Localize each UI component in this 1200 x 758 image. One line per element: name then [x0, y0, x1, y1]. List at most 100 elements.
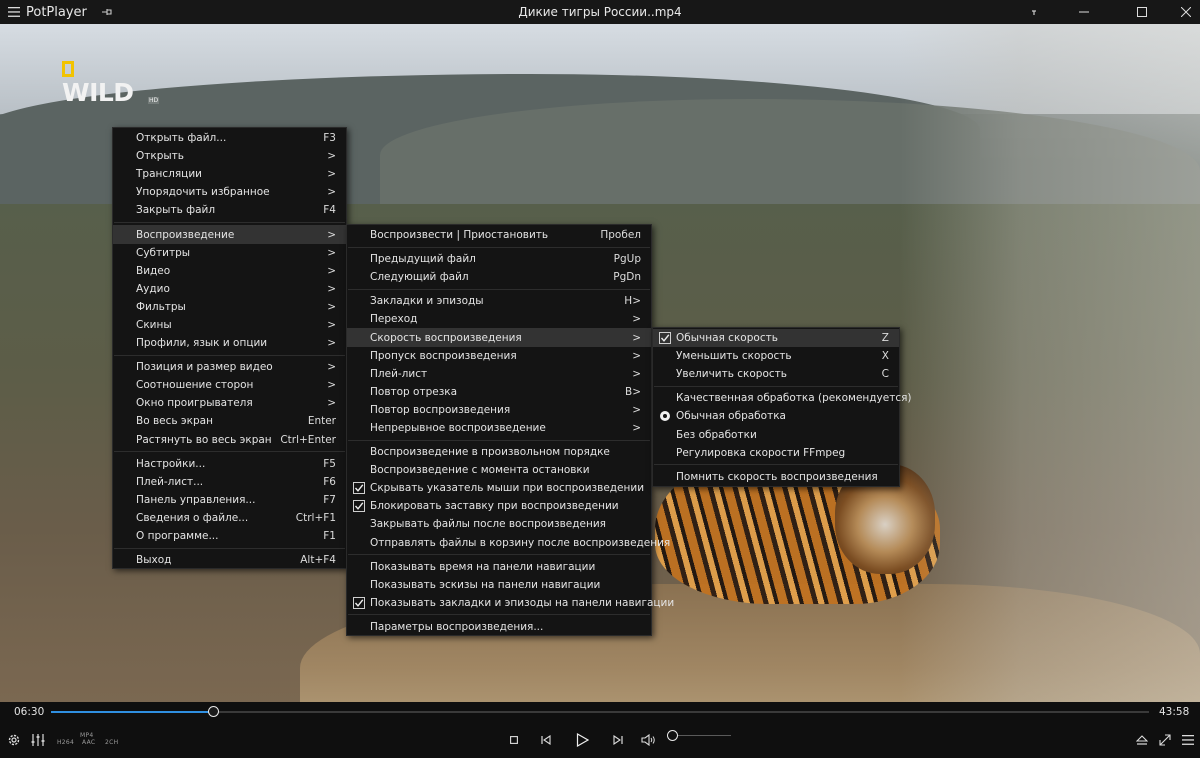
menu-item[interactable]: Уменьшить скорость X — [653, 347, 899, 365]
menu-item[interactable]: Показывать закладки и эпизоды на панели … — [347, 594, 674, 612]
menu-icon[interactable] — [1180, 722, 1196, 758]
menu-item-label: Отправлять файлы в корзину после воспрои… — [370, 536, 671, 549]
menu-item-shortcut: Alt+F4 — [300, 554, 336, 567]
menu-item[interactable]: Плей-лист... F6 — [113, 473, 346, 491]
minimize-button[interactable] — [1064, 0, 1104, 24]
menu-item[interactable]: Обычная обработка — [653, 407, 899, 425]
eject-icon[interactable] — [1134, 722, 1150, 758]
radio-selected-icon — [660, 411, 670, 422]
menu-item[interactable]: Фильтры > — [113, 298, 346, 316]
menu-item-shortcut: > — [632, 403, 641, 416]
menu-item[interactable]: Выход Alt+F4 — [113, 551, 346, 569]
fullscreen-icon[interactable] — [1157, 722, 1173, 758]
menu-item[interactable]: Предыдущий файл PgUp — [347, 250, 651, 268]
menu-item-label: Сведения о файле... — [136, 511, 249, 524]
menu-item-shortcut: > — [327, 168, 336, 181]
menu-item[interactable]: Открыть > — [113, 147, 346, 165]
previous-icon[interactable] — [539, 722, 553, 758]
menu-item-shortcut: > — [327, 361, 336, 374]
menu-item-label: Окно проигрывателя — [136, 397, 253, 410]
menu-item[interactable]: Обычная скорость Z — [653, 329, 899, 348]
playback-speed-submenu: Обычная скорость Z Уменьшить скорость X Увел… — [652, 327, 912, 487]
menu-item[interactable]: Скорость воспроизведения > — [347, 328, 651, 347]
menu-item[interactable]: Следующий файл PgDn — [347, 268, 651, 286]
menu-item[interactable]: Открыть файл... F3 — [113, 129, 346, 147]
menu-item-label: Пропуск воспроизведения — [370, 349, 517, 362]
hamburger-menu-icon[interactable] — [4, 0, 24, 24]
menu-item[interactable]: Воспроизвести | Приостановить Пробел — [347, 226, 651, 244]
menu-item[interactable]: Регулировка скорости FFmpeg — [653, 444, 899, 462]
seek-handle[interactable] — [207, 706, 219, 717]
volume-track[interactable] — [676, 735, 731, 736]
menu-item[interactable]: Трансляции > — [113, 165, 346, 183]
menu-item[interactable]: Блокировать заставку при воспроизведении — [347, 497, 651, 515]
menu-item[interactable]: Переход > — [347, 310, 651, 328]
menu-item-label: Скины — [136, 318, 172, 331]
menu-item-label: Обычная скорость — [676, 332, 778, 345]
maximize-button[interactable] — [1122, 0, 1162, 24]
menu-item[interactable]: Без обработки — [653, 425, 899, 443]
menu-item[interactable]: Субтитры > — [113, 244, 346, 262]
menu-item[interactable]: Параметры воспроизведения... — [347, 618, 651, 636]
menu-item[interactable]: Воспроизведение > — [113, 225, 346, 244]
menu-item[interactable]: Сведения о файле... Ctrl+F1 — [113, 509, 346, 527]
next-icon[interactable] — [611, 722, 625, 758]
menu-item-shortcut: C — [881, 368, 889, 381]
menu-item[interactable]: Скрывать указатель мыши при воспроизведе… — [347, 479, 651, 497]
checkmark-icon — [353, 596, 365, 609]
menu-item[interactable]: Показывать время на панели навигации — [347, 558, 651, 576]
menu-item-label: Без обработки — [676, 428, 757, 441]
menu-item[interactable]: Показывать эскизы на панели навигации — [347, 576, 651, 594]
checkmark-icon — [353, 500, 365, 513]
menu-item[interactable]: Видео > — [113, 262, 346, 280]
volume-handle[interactable] — [667, 730, 678, 741]
menu-item[interactable]: Увеличить скорость C — [653, 365, 899, 383]
stop-icon[interactable] — [507, 722, 521, 758]
play-icon[interactable] — [574, 722, 590, 758]
menu-item[interactable]: Помнить скорость воспроизведения — [653, 468, 899, 486]
menu-item[interactable]: Повтор воспроизведения > — [347, 401, 651, 419]
menu-item-shortcut: > — [327, 318, 336, 331]
pin-icon[interactable] — [99, 0, 115, 24]
menu-item[interactable]: Аудио > — [113, 280, 346, 298]
menu-item-label: Воспроизвести | Приостановить — [370, 229, 549, 242]
menu-item[interactable]: Воспроизведение с момента остановки — [347, 461, 651, 479]
menu-item[interactable]: Упорядочить избранное > — [113, 183, 346, 201]
menu-item[interactable]: Пропуск воспроизведения > — [347, 347, 651, 365]
menu-item-label: Блокировать заставку при воспроизведении — [370, 500, 619, 513]
menu-item-label: Трансляции — [136, 168, 202, 181]
menu-item-shortcut: F3 — [323, 132, 336, 145]
menu-item[interactable]: Соотношение сторон > — [113, 376, 346, 394]
menu-item[interactable]: Отправлять файлы в корзину после воспрои… — [347, 534, 670, 552]
menu-item[interactable]: Закладки и эпизоды H> — [347, 292, 651, 310]
menu-item[interactable]: Качественная обработка (рекомендуется) — [653, 389, 912, 407]
close-button[interactable] — [1166, 0, 1200, 24]
menu-item[interactable]: Воспроизведение в произвольном порядке — [347, 443, 651, 461]
menu-item[interactable]: Скины > — [113, 316, 346, 334]
menu-item[interactable]: Растянуть во весь экран Ctrl+Enter — [113, 431, 346, 449]
menu-item[interactable]: Закрыть файл F4 — [113, 201, 346, 219]
menu-item[interactable]: Закрывать файлы после воспроизведения — [347, 515, 651, 533]
equalizer-icon[interactable] — [30, 722, 46, 758]
menu-item-label: Увеличить скорость — [676, 368, 787, 381]
tray-button[interactable] — [1014, 0, 1054, 24]
menu-item[interactable]: Непрерывное воспроизведение > — [347, 419, 651, 437]
menu-item[interactable]: Профили, язык и опции > — [113, 334, 346, 352]
menu-item[interactable]: Во весь экран Enter — [113, 412, 346, 430]
menu-item-label: Закрывать файлы после воспроизведения — [370, 518, 606, 531]
volume-icon[interactable] — [640, 722, 658, 758]
menu-item[interactable]: Повтор отрезка B> — [347, 383, 651, 401]
menu-item[interactable]: Панель управления... F7 — [113, 491, 346, 509]
menu-item[interactable]: Позиция и размер видео > — [113, 358, 346, 376]
menu-item[interactable]: Настройки... F5 — [113, 455, 346, 473]
menu-item[interactable]: Плей-лист > — [347, 365, 651, 383]
menu-item-shortcut: > — [632, 349, 641, 362]
menu-item-shortcut: PgUp — [613, 253, 641, 266]
playback-submenu: Воспроизвести | Приостановить Пробел Преды… — [346, 224, 674, 636]
settings-icon[interactable] — [6, 722, 22, 758]
menu-item-label: Закладки и эпизоды — [370, 295, 484, 308]
menu-item[interactable]: Окно проигрывателя > — [113, 394, 346, 412]
channel-logo: WILD — [62, 78, 134, 107]
menu-item-shortcut: > — [632, 313, 641, 326]
menu-item[interactable]: О программе... F1 — [113, 527, 346, 545]
